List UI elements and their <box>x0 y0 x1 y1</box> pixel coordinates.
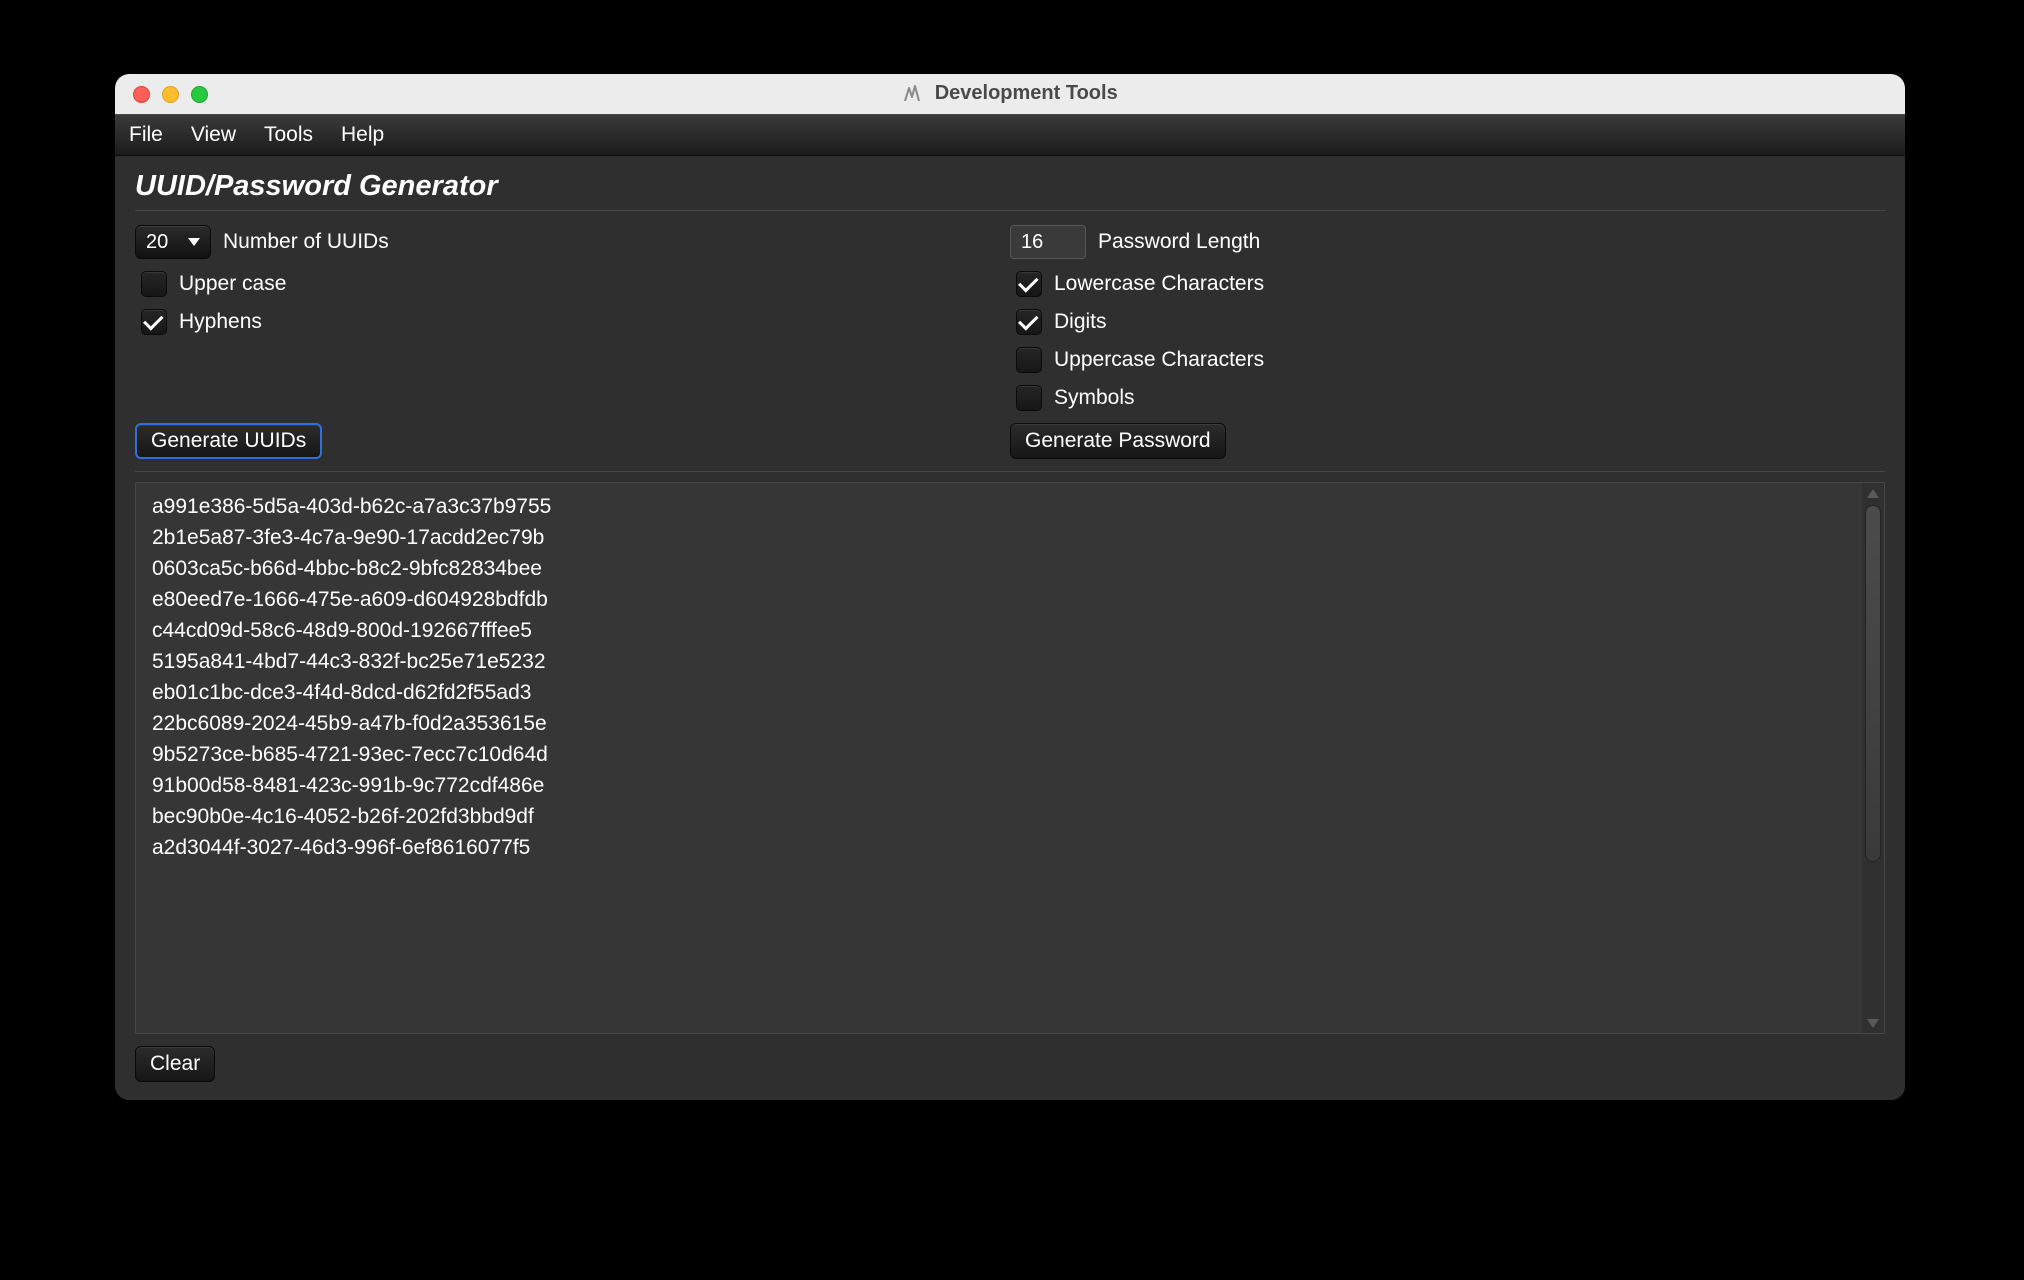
pw-digits-checkbox[interactable] <box>1016 309 1042 335</box>
pw-symbols-checkbox[interactable] <box>1016 385 1042 411</box>
uuid-hyphens-checkbox[interactable] <box>141 309 167 335</box>
generate-uuids-button[interactable]: Generate UUIDs <box>135 423 322 459</box>
password-panel: Password Length Lowercase Characters Dig… <box>1010 225 1885 459</box>
pw-uppercase-checkbox[interactable] <box>1016 347 1042 373</box>
pw-symbols-label: Symbols <box>1054 386 1135 410</box>
clear-button[interactable]: Clear <box>135 1046 215 1082</box>
menu-file[interactable]: File <box>129 123 163 147</box>
close-window-button[interactable] <box>133 86 150 103</box>
uuid-panel: 20 Number of UUIDs Upper case Hyphens Ge… <box>135 225 1010 459</box>
content: UUID/Password Generator 20 Number of UUI… <box>115 156 1905 1100</box>
pw-lowercase-checkbox[interactable] <box>1016 271 1042 297</box>
menu-view[interactable]: View <box>191 123 236 147</box>
scroll-up-icon[interactable] <box>1862 483 1884 503</box>
output-area: a991e386-5d5a-403d-b62c-a7a3c37b9755 2b1… <box>135 482 1885 1034</box>
pw-digits-label: Digits <box>1054 310 1107 334</box>
uuid-hyphens-label: Hyphens <box>179 310 262 334</box>
page-title: UUID/Password Generator <box>135 170 1885 211</box>
window-title: Development Tools <box>935 82 1118 104</box>
uuid-count-label: Number of UUIDs <box>223 230 389 254</box>
password-length-label: Password Length <box>1098 230 1260 254</box>
password-length-input[interactable] <box>1010 225 1086 259</box>
generate-password-button[interactable]: Generate Password <box>1010 423 1226 459</box>
menubar: File View Tools Help <box>115 114 1905 156</box>
caret-down-icon <box>188 238 200 246</box>
uuid-count-select[interactable]: 20 <box>135 225 211 259</box>
menu-help[interactable]: Help <box>341 123 384 147</box>
scroll-thumb[interactable] <box>1865 505 1881 862</box>
scrollbar[interactable] <box>1862 483 1884 1033</box>
menu-tools[interactable]: Tools <box>264 123 313 147</box>
window-controls <box>133 86 208 103</box>
zoom-window-button[interactable] <box>191 86 208 103</box>
uuid-uppercase-label: Upper case <box>179 272 286 296</box>
minimize-window-button[interactable] <box>162 86 179 103</box>
titlebar: Development Tools <box>115 74 1905 114</box>
uuid-uppercase-checkbox[interactable] <box>141 271 167 297</box>
uuid-count-value: 20 <box>146 231 168 254</box>
pw-lowercase-label: Lowercase Characters <box>1054 272 1264 296</box>
app-window: Development Tools File View Tools Help U… <box>115 74 1905 1100</box>
pw-uppercase-label: Uppercase Characters <box>1054 348 1264 372</box>
output-text[interactable]: a991e386-5d5a-403d-b62c-a7a3c37b9755 2b1… <box>136 483 1862 1033</box>
app-icon <box>902 85 922 106</box>
scroll-track[interactable] <box>1862 503 1884 1013</box>
scroll-down-icon[interactable] <box>1862 1013 1884 1033</box>
